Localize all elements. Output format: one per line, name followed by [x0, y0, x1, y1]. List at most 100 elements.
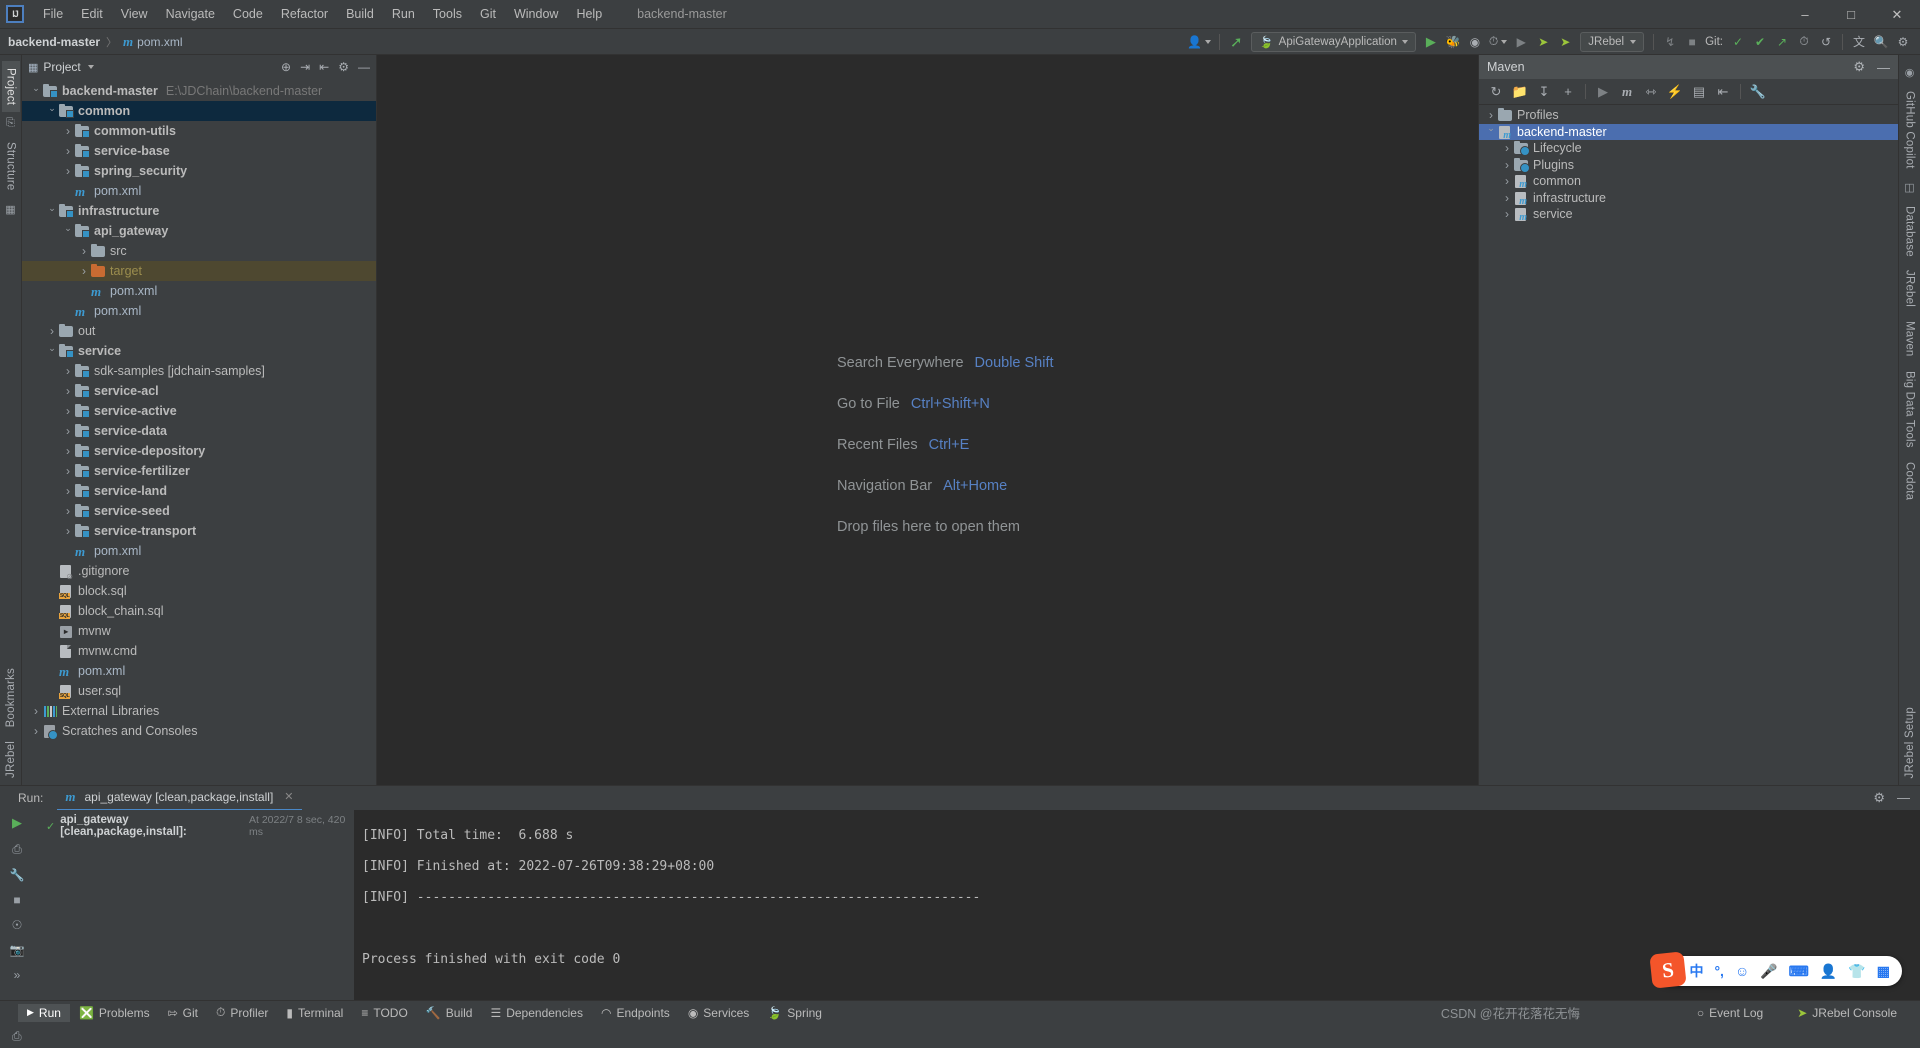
project-tree-node[interactable]: service-depository: [22, 441, 376, 461]
execute-maven-goal-icon[interactable]: m: [1616, 81, 1638, 103]
profile-icon[interactable]: ⏱: [1486, 31, 1510, 53]
run-with-coverage-icon[interactable]: ◉: [1464, 31, 1486, 53]
status-terminal[interactable]: ▮ Terminal: [277, 1004, 352, 1022]
microphone-icon[interactable]: 🎤: [1760, 963, 1777, 980]
skin-icon[interactable]: 👕: [1848, 963, 1865, 980]
menu-run[interactable]: Run: [383, 4, 424, 24]
collapse-arrow-icon[interactable]: [46, 106, 58, 117]
run-maven-goal-icon[interactable]: ▶: [1592, 81, 1614, 103]
status-event-log[interactable]: ○ Event Log: [1688, 1004, 1772, 1022]
project-tree-node[interactable]: service-active: [22, 401, 376, 421]
status-build[interactable]: 🔨 Build: [417, 1004, 482, 1022]
tool-tab-github-copilot[interactable]: GitHub Copilot: [1901, 84, 1919, 176]
maximize-icon[interactable]: □: [1828, 0, 1874, 29]
project-tree-node[interactable]: service-seed: [22, 501, 376, 521]
breadcrumb-file[interactable]: pom.xml: [137, 35, 182, 49]
hide-panel-icon[interactable]: —: [358, 60, 370, 74]
menu-tools[interactable]: Tools: [424, 4, 471, 24]
menu-file[interactable]: File: [34, 4, 72, 24]
database-icon[interactable]: ◫: [1904, 181, 1914, 194]
collapse-arrow-icon[interactable]: [46, 346, 58, 357]
expand-arrow-icon[interactable]: [62, 504, 74, 518]
expand-arrow-icon[interactable]: [62, 384, 74, 398]
collapse-all-maven-icon[interactable]: ⇤: [1712, 81, 1734, 103]
toggle-offline-icon[interactable]: ⚡: [1664, 81, 1686, 103]
project-tree-node[interactable]: block_chain.sql: [22, 601, 376, 621]
project-tree-node[interactable]: common: [22, 101, 376, 121]
project-tree-node[interactable]: block.sql: [22, 581, 376, 601]
tool-tab-codota[interactable]: Codota: [1901, 455, 1919, 507]
expand-arrow-icon[interactable]: [62, 364, 74, 378]
collapse-arrow-icon[interactable]: [1485, 126, 1497, 137]
scroll-from-source-icon[interactable]: ⊕: [281, 60, 291, 74]
run-configuration-selector[interactable]: 🍃 ApiGatewayApplication: [1251, 31, 1416, 52]
project-tree-node[interactable]: infrastructure: [22, 201, 376, 221]
jrebel-selector[interactable]: JRebel: [1580, 31, 1645, 52]
apps-icon[interactable]: ▦: [1877, 963, 1890, 980]
project-tree-node[interactable]: service-base: [22, 141, 376, 161]
project-tree-node[interactable]: sdk-samples [jdchain-samples]: [22, 361, 376, 381]
project-tree-node[interactable]: service-acl: [22, 381, 376, 401]
project-settings-icon[interactable]: ⚙: [338, 60, 349, 74]
menu-view[interactable]: View: [112, 4, 157, 24]
menu-code[interactable]: Code: [224, 4, 272, 24]
keyboard-icon[interactable]: ⌨: [1789, 963, 1809, 980]
expand-arrow-icon[interactable]: [62, 144, 74, 158]
run-inactive-icon[interactable]: ▶: [1510, 31, 1532, 53]
run-settings-icon[interactable]: ⚙: [1873, 790, 1885, 806]
expand-arrow-icon[interactable]: [30, 724, 42, 738]
menu-help[interactable]: Help: [567, 4, 611, 24]
close-icon[interactable]: ✕: [1874, 0, 1920, 29]
add-maven-project-icon[interactable]: 📁: [1509, 81, 1531, 103]
expand-arrow-icon[interactable]: [62, 524, 74, 538]
maven-tree-node[interactable]: Profiles: [1479, 107, 1898, 124]
print-icon[interactable]: 📷: [10, 943, 25, 957]
tool-tab-database[interactable]: Database: [1901, 199, 1919, 264]
build-project-icon[interactable]: ➚: [1225, 31, 1247, 53]
history-icon[interactable]: ⏱: [1793, 31, 1815, 53]
project-tree-node[interactable]: m pom.xml: [22, 541, 376, 561]
git-commit-icon[interactable]: ✔: [1749, 31, 1771, 53]
menu-build[interactable]: Build: [337, 4, 383, 24]
maven-settings-wrench-icon[interactable]: 🔧: [1747, 81, 1769, 103]
maven-tree-node[interactable]: service: [1479, 206, 1898, 223]
project-tree-node[interactable]: .gitignore: [22, 561, 376, 581]
rerun-icon[interactable]: ▶: [12, 815, 22, 831]
vcs-stop-icon[interactable]: ■: [1681, 31, 1703, 53]
expand-arrow-icon[interactable]: [62, 124, 74, 138]
project-tree-node[interactable]: service-transport: [22, 521, 376, 541]
collapse-arrow-icon[interactable]: [46, 206, 58, 217]
show-dependencies-icon[interactable]: ▤: [1688, 81, 1710, 103]
status-services[interactable]: ◉ Services: [679, 1004, 759, 1022]
expand-arrow-icon[interactable]: [46, 324, 58, 338]
expand-arrow-icon[interactable]: [1485, 108, 1497, 122]
tool-tab-jrebel-right[interactable]: JRebel: [1901, 263, 1919, 314]
expand-arrow-icon[interactable]: [78, 244, 90, 258]
reload-projects-icon[interactable]: ↻: [1485, 81, 1507, 103]
project-tree-node[interactable]: common-utils: [22, 121, 376, 141]
project-tree-node[interactable]: service-land: [22, 481, 376, 501]
status-profiler[interactable]: ⏱ Profiler: [207, 1003, 277, 1022]
project-file-tree[interactable]: backend-master E:\JDChain\backend-master c…: [22, 79, 376, 785]
jrebel-debug-icon[interactable]: ➤: [1554, 31, 1576, 53]
tool-tab-big-data-tools[interactable]: Big Data Tools: [1901, 364, 1919, 455]
expand-arrow-icon[interactable]: [62, 444, 74, 458]
expand-arrow-icon[interactable]: [1501, 207, 1513, 221]
breadcrumb-project[interactable]: backend-master: [8, 35, 100, 49]
minimize-icon[interactable]: –: [1782, 0, 1828, 29]
status-dependencies[interactable]: ☰ Dependencies: [481, 1004, 592, 1022]
user-icon[interactable]: 👤: [1820, 963, 1837, 980]
more-icon[interactable]: »: [14, 968, 21, 982]
run-tab-api-gateway[interactable]: m api_gateway [clean,package,install] ✕: [57, 786, 302, 811]
tool-tab-jrebel-left[interactable]: JRebel: [2, 734, 20, 785]
punctuation-icon[interactable]: °,: [1714, 963, 1724, 979]
status-spring[interactable]: 🍃 Spring: [758, 1004, 831, 1022]
project-tree-node[interactable]: ▸ mvnw: [22, 621, 376, 641]
menu-edit[interactable]: Edit: [72, 4, 112, 24]
sogou-ime-bar[interactable]: S 中 °, ☺ 🎤 ⌨ 👤 👕 ▦: [1649, 951, 1902, 989]
run-icon[interactable]: ▶: [1420, 31, 1442, 53]
project-tree-node[interactable]: api_gateway: [22, 221, 376, 241]
project-tree-node[interactable]: mvnw.cmd: [22, 641, 376, 661]
maven-hide-icon[interactable]: —: [1877, 60, 1890, 75]
jrebel-run-icon[interactable]: ➤: [1532, 31, 1554, 53]
